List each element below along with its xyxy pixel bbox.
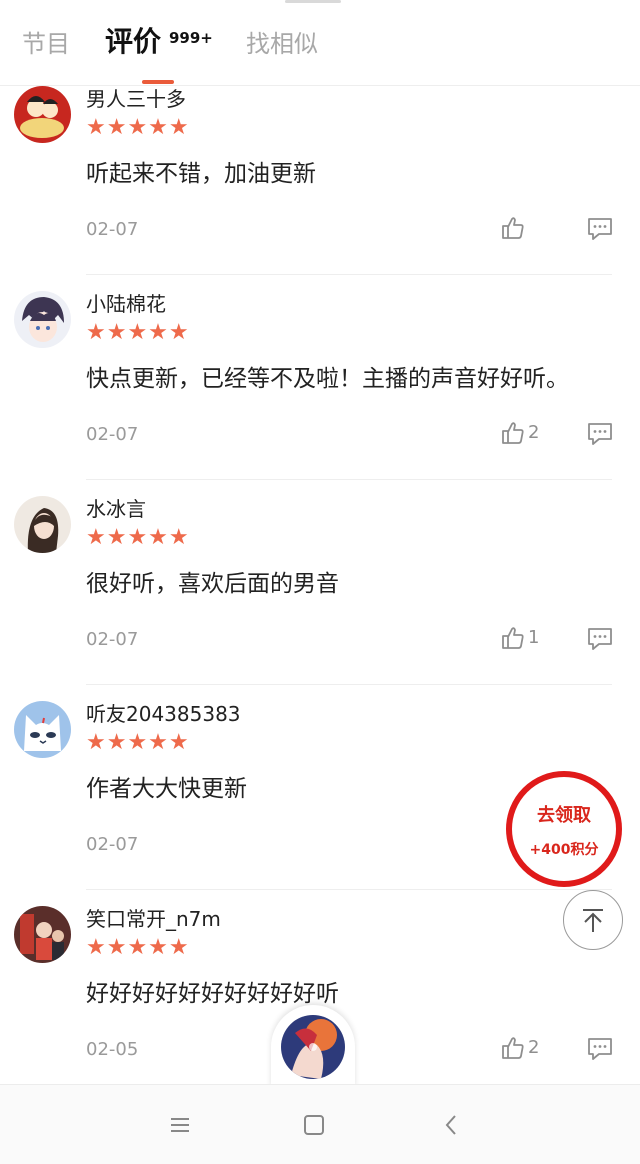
tab-reviews[interactable]: 评价 999+ <box>105 25 213 58</box>
thumbs-up-icon <box>502 217 524 239</box>
review-username[interactable]: 水冰言 <box>86 496 146 522</box>
reviews-page: 节目 评价 999+ 找相似 男人三十多 ★★★★★ 听起来不错，加油更新 02… <box>0 0 640 1164</box>
review-username[interactable]: 男人三十多 <box>86 86 186 112</box>
divider <box>86 274 612 275</box>
reward-title: 去领取 <box>537 805 591 826</box>
avatar[interactable] <box>14 291 71 348</box>
thumbs-up-icon <box>502 1037 524 1059</box>
reviews-count-badge: 999+ <box>169 29 213 47</box>
avatar[interactable] <box>14 86 71 143</box>
review-item: 男人三十多 ★★★★★ 听起来不错，加油更新 02-07 <box>0 86 640 291</box>
comment-icon[interactable] <box>586 421 614 447</box>
review-date: 02-07 <box>86 834 139 855</box>
review-date: 02-07 <box>86 219 139 240</box>
tab-programs[interactable]: 节目 <box>22 28 70 60</box>
avatar[interactable] <box>14 496 71 553</box>
reward-points: +400积分 <box>529 842 599 858</box>
review-content: 作者大大快更新 <box>86 776 247 802</box>
reward-claim-button[interactable]: 去领取 +400积分 <box>506 771 622 887</box>
player-cover[interactable] <box>281 1015 345 1079</box>
mini-player[interactable] <box>271 1005 355 1089</box>
active-tab-indicator <box>142 80 174 84</box>
rating-stars: ★★★★★ <box>86 935 190 960</box>
menu-icon[interactable] <box>165 1110 195 1140</box>
review-date: 02-07 <box>86 629 139 650</box>
back-to-top-icon <box>583 909 603 932</box>
back-to-top-button[interactable] <box>563 890 623 950</box>
thumbs-up-icon <box>502 422 524 444</box>
divider <box>86 684 612 685</box>
tab-bar: 节目 评价 999+ 找相似 <box>0 0 640 86</box>
review-username[interactable]: 听友204385383 <box>86 701 241 727</box>
review-content: 很好听，喜欢后面的男音 <box>86 571 339 597</box>
like-count: 1 <box>528 627 540 648</box>
review-content: 好好好好好好好好好好听 <box>86 981 339 1007</box>
like-button[interactable]: 2 <box>500 1033 539 1063</box>
rating-stars: ★★★★★ <box>86 115 190 140</box>
review-item: 小陆棉花 ★★★★★ 快点更新，已经等不及啦！主播的声音好好听。 02-07 2 <box>0 291 640 496</box>
avatar[interactable] <box>14 701 71 758</box>
review-item: 水冰言 ★★★★★ 很好听，喜欢后面的男音 02-07 1 <box>0 496 640 701</box>
thumbs-up-icon <box>502 627 524 649</box>
tab-reviews-label: 评价 <box>105 25 162 58</box>
review-date: 02-05 <box>86 1039 139 1060</box>
like-count: 2 <box>528 1037 540 1058</box>
like-count: 2 <box>528 422 540 443</box>
divider <box>86 889 612 890</box>
drag-handle[interactable] <box>285 0 341 3</box>
comment-icon[interactable] <box>586 216 614 242</box>
review-username[interactable]: 小陆棉花 <box>86 291 166 317</box>
review-content: 听起来不错，加油更新 <box>86 161 316 187</box>
rating-stars: ★★★★★ <box>86 525 190 550</box>
like-button[interactable] <box>500 213 528 243</box>
home-icon[interactable] <box>299 1110 329 1140</box>
review-date: 02-07 <box>86 424 139 445</box>
comment-icon[interactable] <box>586 626 614 652</box>
review-content: 快点更新，已经等不及啦！主播的声音好好听。 <box>86 366 569 392</box>
tab-similar[interactable]: 找相似 <box>246 28 318 60</box>
divider <box>86 479 612 480</box>
comment-icon[interactable] <box>586 1036 614 1062</box>
system-navigation-bar <box>0 1084 640 1164</box>
back-icon[interactable] <box>436 1110 466 1140</box>
like-button[interactable]: 1 <box>500 623 539 653</box>
review-username[interactable]: 笑口常开_n7m <box>86 906 221 932</box>
like-button[interactable]: 2 <box>500 418 539 448</box>
rating-stars: ★★★★★ <box>86 320 190 345</box>
avatar[interactable] <box>14 906 71 963</box>
rating-stars: ★★★★★ <box>86 730 190 755</box>
